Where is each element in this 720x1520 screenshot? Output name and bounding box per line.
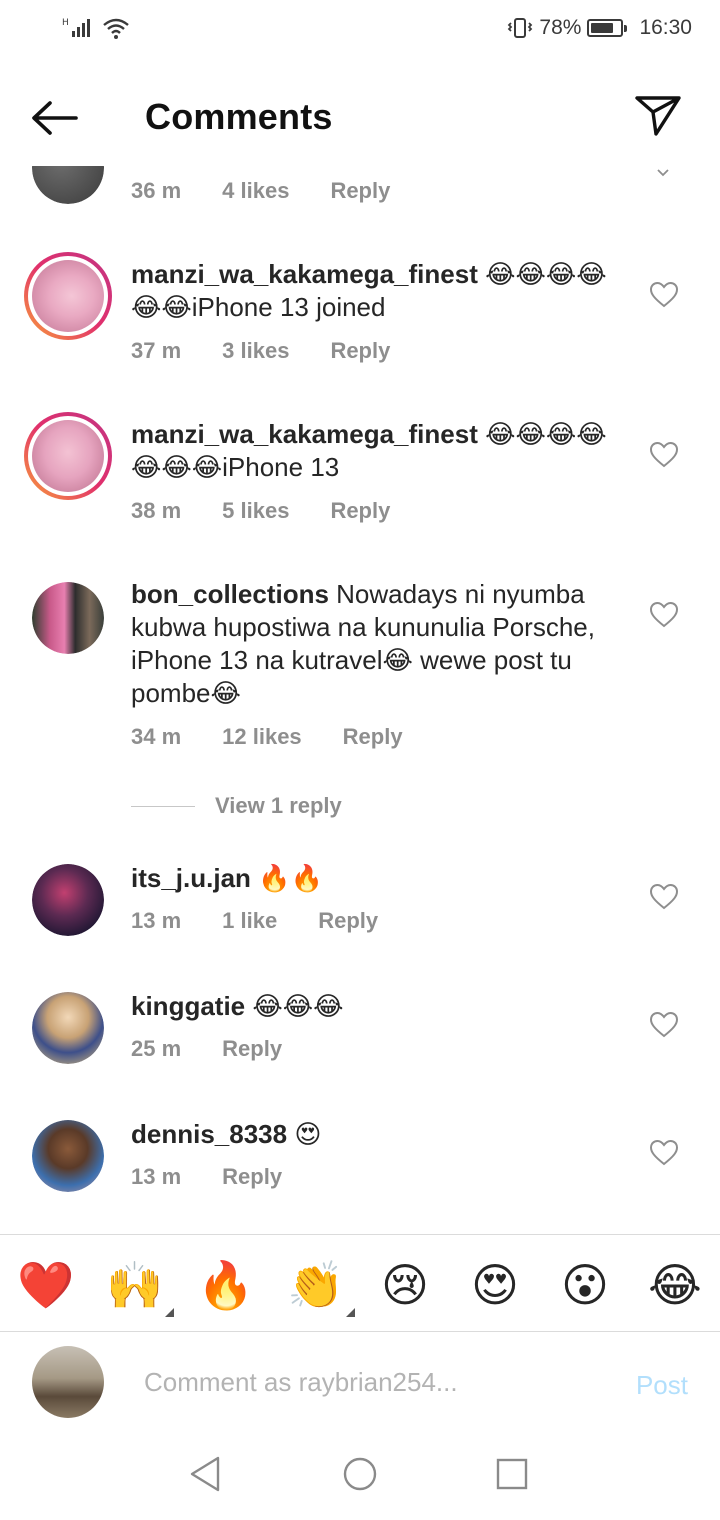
comment-likes[interactable]: 4 likes: [222, 178, 289, 204]
comment-meta: 25 m Reply: [131, 1036, 323, 1062]
heart-icon[interactable]: [650, 442, 678, 468]
home-circle-icon[interactable]: [340, 1454, 380, 1494]
emoji-bar: ❤️ 🙌 🔥 👏 😢 😍 😮 😂: [0, 1234, 720, 1332]
system-nav-bar: [0, 1428, 720, 1520]
reply-button[interactable]: Reply: [222, 1036, 282, 1062]
avatar[interactable]: [32, 1120, 104, 1192]
reply-button[interactable]: Reply: [222, 1164, 282, 1190]
comment-username[interactable]: kinggatie: [131, 991, 245, 1021]
comment-body: dennis_8338 😍: [131, 1118, 631, 1151]
avatar[interactable]: [32, 582, 104, 654]
divider: [131, 805, 195, 807]
back-triangle-icon[interactable]: [188, 1454, 222, 1494]
comment-meta: 13 m 1 like Reply: [131, 908, 419, 934]
emoji-fire[interactable]: 🔥: [197, 1257, 254, 1313]
comment-text: 😂😂😂: [245, 991, 344, 1021]
emoji-raised-hands-wrap[interactable]: 🙌: [106, 1257, 174, 1317]
comment-meta: 36 m 4 likes Reply: [131, 178, 431, 204]
comment-body: its_j.u.jan 🔥🔥: [131, 862, 631, 895]
back-button[interactable]: [28, 98, 80, 138]
comment-body: manzi_wa_kakamega_finest 😂😂😂😂😂😂😂iPhone 1…: [131, 418, 631, 484]
emoji-laughing[interactable]: 😂: [647, 1257, 703, 1313]
comment-time: 13 m: [131, 908, 182, 933]
comment-composer: Post: [0, 1332, 720, 1428]
heart-icon[interactable]: [650, 1012, 678, 1038]
comment-username[interactable]: dennis_8338: [131, 1119, 287, 1149]
battery-icon: [587, 19, 628, 37]
comment-username[interactable]: manzi_wa_kakamega_finest: [131, 419, 478, 449]
avatar[interactable]: [24, 252, 112, 340]
chevron-down-icon[interactable]: [656, 168, 670, 178]
avatar[interactable]: [24, 412, 112, 500]
avatar[interactable]: [32, 992, 104, 1064]
heart-icon[interactable]: [650, 1140, 678, 1166]
comment-meta: 34 m 12 likes Reply: [131, 724, 444, 750]
arrow-left-icon: [32, 101, 78, 135]
comment-likes[interactable]: 5 likes: [222, 498, 289, 524]
comment-body: bon_collections Nowadays ni nyumba kubwa…: [131, 578, 641, 710]
comment-time: 25 m: [131, 1036, 182, 1061]
signal-icon: H: [62, 18, 90, 37]
comment-username[interactable]: bon_collections: [131, 579, 329, 609]
emoji-clap-wrap[interactable]: 👏: [287, 1257, 355, 1317]
heart-icon[interactable]: [650, 884, 678, 910]
comment-time: 38 m: [131, 498, 182, 523]
comment-time: 13 m: [131, 1164, 182, 1189]
header: Comments: [0, 70, 720, 166]
comment-likes[interactable]: 3 likes: [222, 338, 289, 364]
status-left: H: [62, 16, 130, 40]
post-button[interactable]: Post: [636, 1370, 688, 1401]
comment-text: 😍: [287, 1119, 322, 1149]
vibrate-icon: [508, 18, 533, 38]
battery-percent: 78%: [539, 16, 582, 39]
heart-icon[interactable]: [650, 282, 678, 308]
comment-time: 37 m: [131, 338, 182, 363]
status-right: 78% 16:30: [507, 16, 692, 40]
emoji-heart[interactable]: ❤️: [17, 1257, 74, 1313]
heart-icon[interactable]: [650, 602, 678, 628]
reply-button[interactable]: Reply: [330, 498, 390, 524]
status-bar: H 78% 16:30: [0, 0, 720, 60]
wifi-icon: [103, 18, 129, 39]
reply-button[interactable]: Reply: [343, 724, 403, 750]
comment-likes[interactable]: 1 like: [222, 908, 277, 934]
skin-tone-indicator-icon: [346, 1308, 355, 1317]
comment-body: manzi_wa_kakamega_finest 😂😂😂😂😂😂iPhone 13…: [131, 258, 631, 324]
avatar[interactable]: [32, 166, 104, 204]
comments-list[interactable]: 36 m 4 likes Reply manzi_wa_kakamega_fin…: [0, 166, 720, 1234]
emoji-clap: 👏: [287, 1258, 345, 1312]
comment-meta: 37 m 3 likes Reply: [131, 338, 431, 364]
comment-time: 36 m: [131, 178, 182, 203]
emoji-heart-eyes[interactable]: 😍: [467, 1257, 523, 1313]
comment-time: 34 m: [131, 724, 182, 749]
skin-tone-indicator-icon: [165, 1308, 174, 1317]
page-title: Comments: [145, 96, 333, 137]
reply-button[interactable]: Reply: [330, 178, 390, 204]
view-replies-button[interactable]: View 1 reply: [131, 793, 342, 819]
comment-username[interactable]: manzi_wa_kakamega_finest: [131, 259, 478, 289]
share-button[interactable]: [634, 94, 682, 138]
reply-button[interactable]: Reply: [318, 908, 378, 934]
reply-button[interactable]: Reply: [330, 338, 390, 364]
comment-username[interactable]: its_j.u.jan: [131, 863, 251, 893]
comment-meta: 38 m 5 likes Reply: [131, 498, 431, 524]
battery-fill: [591, 23, 614, 33]
clock: 16:30: [639, 16, 692, 39]
comment-meta: 13 m Reply: [131, 1164, 323, 1190]
comment-body: kinggatie 😂😂😂: [131, 990, 631, 1023]
comment-likes[interactable]: 12 likes: [222, 724, 302, 750]
emoji-surprised[interactable]: 😮: [557, 1257, 613, 1313]
view-replies-label: View 1 reply: [215, 793, 342, 818]
emoji-raised-hands: 🙌: [106, 1258, 164, 1312]
svg-text:H: H: [62, 18, 69, 28]
comment-text: 🔥🔥: [250, 863, 323, 893]
recents-square-icon[interactable]: [494, 1454, 530, 1494]
avatar[interactable]: [32, 864, 104, 936]
own-avatar: [32, 1346, 104, 1418]
comment-input[interactable]: [144, 1362, 584, 1402]
emoji-crying[interactable]: 😢: [377, 1257, 433, 1313]
send-icon: [635, 96, 681, 136]
